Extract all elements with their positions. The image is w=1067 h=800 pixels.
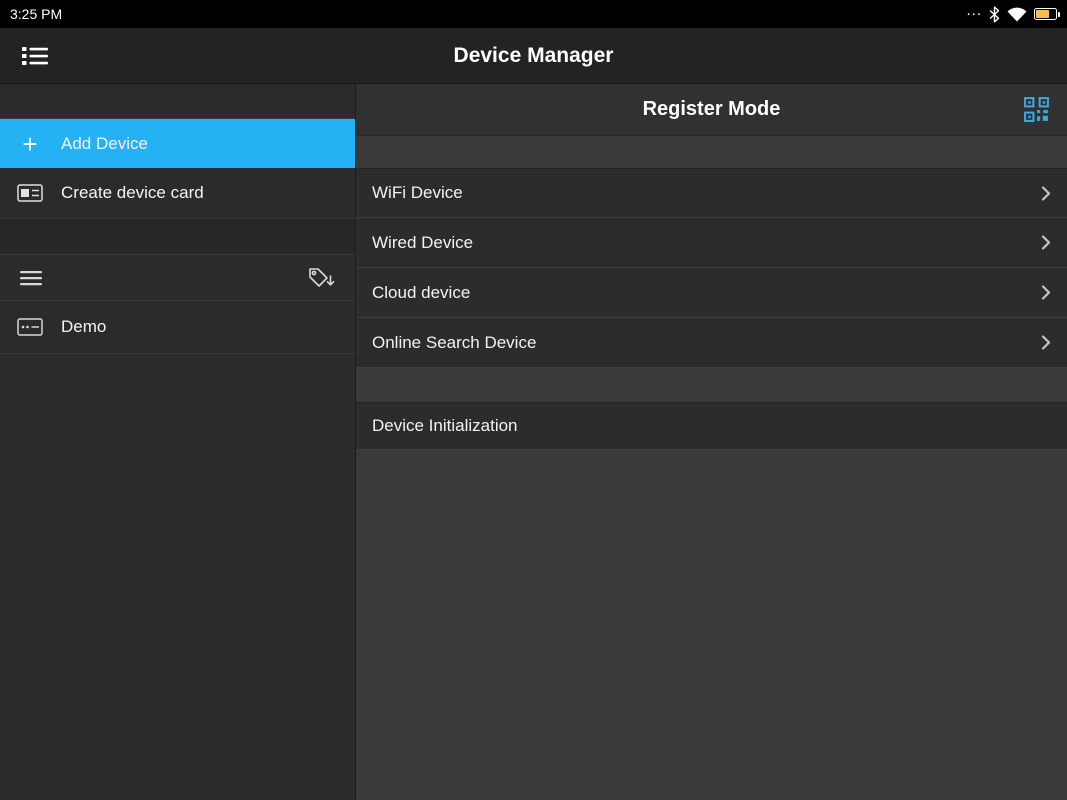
hamburger-icon bbox=[20, 270, 42, 286]
plus-icon: + bbox=[16, 131, 44, 157]
sidebar: + Add Device Create device card bbox=[0, 84, 356, 800]
device-item-label: Demo bbox=[61, 317, 106, 337]
content-title: Register Mode bbox=[356, 98, 1067, 121]
wifi-icon bbox=[1007, 7, 1027, 22]
content-panel: Register Mode bbox=[356, 84, 1067, 800]
chevron-right-icon bbox=[1041, 334, 1051, 351]
section-gap bbox=[356, 368, 1067, 402]
content-header: Register Mode bbox=[356, 84, 1067, 136]
sidebar-spacer bbox=[0, 219, 355, 255]
sidebar-item-label: Add Device bbox=[61, 134, 148, 154]
menu-button[interactable] bbox=[16, 40, 54, 72]
list-item-label: Cloud device bbox=[372, 283, 470, 303]
sidebar-item-add-device[interactable]: + Add Device bbox=[0, 119, 355, 168]
list-item-label: Device Initialization bbox=[372, 416, 518, 436]
list-item-label: WiFi Device bbox=[372, 183, 463, 203]
tag-sort-button[interactable] bbox=[303, 262, 339, 294]
main-layout: + Add Device Create device card bbox=[0, 84, 1067, 800]
sidebar-item-label: Create device card bbox=[61, 183, 204, 203]
chevron-right-icon bbox=[1041, 185, 1051, 202]
list-item-label: Wired Device bbox=[372, 233, 473, 253]
device-card-icon bbox=[16, 184, 44, 202]
list-item-cloud-device[interactable]: Cloud device bbox=[356, 268, 1067, 318]
notification-overflow-icon: ... bbox=[966, 6, 982, 22]
device-list-icon bbox=[16, 318, 44, 336]
sidebar-item-create-device-card[interactable]: Create device card bbox=[0, 168, 355, 219]
list-item-wifi-device[interactable]: WiFi Device bbox=[356, 168, 1067, 218]
status-bar: 3:25 PM ... bbox=[0, 0, 1067, 28]
chevron-right-icon bbox=[1041, 284, 1051, 301]
initialization-list: Device Initialization bbox=[356, 402, 1067, 450]
device-list-toolbar bbox=[0, 255, 355, 301]
qr-scan-button[interactable] bbox=[1020, 93, 1053, 126]
section-gap bbox=[356, 136, 1067, 168]
battery-icon bbox=[1034, 8, 1057, 20]
qr-scan-icon bbox=[1023, 96, 1050, 123]
clock: 3:25 PM bbox=[10, 6, 62, 22]
tag-sort-icon bbox=[307, 266, 335, 290]
list-item-device-initialization[interactable]: Device Initialization bbox=[356, 402, 1067, 450]
device-list-menu-button[interactable] bbox=[16, 266, 46, 290]
list-item-wired-device[interactable]: Wired Device bbox=[356, 218, 1067, 268]
list-menu-icon bbox=[20, 44, 50, 68]
device-item-demo[interactable]: Demo bbox=[0, 301, 355, 354]
sidebar-top-strip bbox=[0, 84, 355, 119]
page-title: Device Manager bbox=[0, 44, 1067, 68]
title-bar: Device Manager bbox=[0, 28, 1067, 84]
list-item-online-search-device[interactable]: Online Search Device bbox=[356, 318, 1067, 368]
status-icons: ... bbox=[966, 6, 1057, 23]
register-mode-list: WiFi Device Wired Device Cloud device bbox=[356, 168, 1067, 368]
content-empty-area bbox=[356, 450, 1067, 800]
bluetooth-icon bbox=[989, 6, 1000, 23]
battery-level bbox=[1036, 10, 1049, 18]
sidebar-empty-area bbox=[0, 354, 355, 800]
device-manager-screen: 3:25 PM ... bbox=[0, 0, 1067, 800]
list-item-label: Online Search Device bbox=[372, 333, 536, 353]
chevron-right-icon bbox=[1041, 234, 1051, 251]
